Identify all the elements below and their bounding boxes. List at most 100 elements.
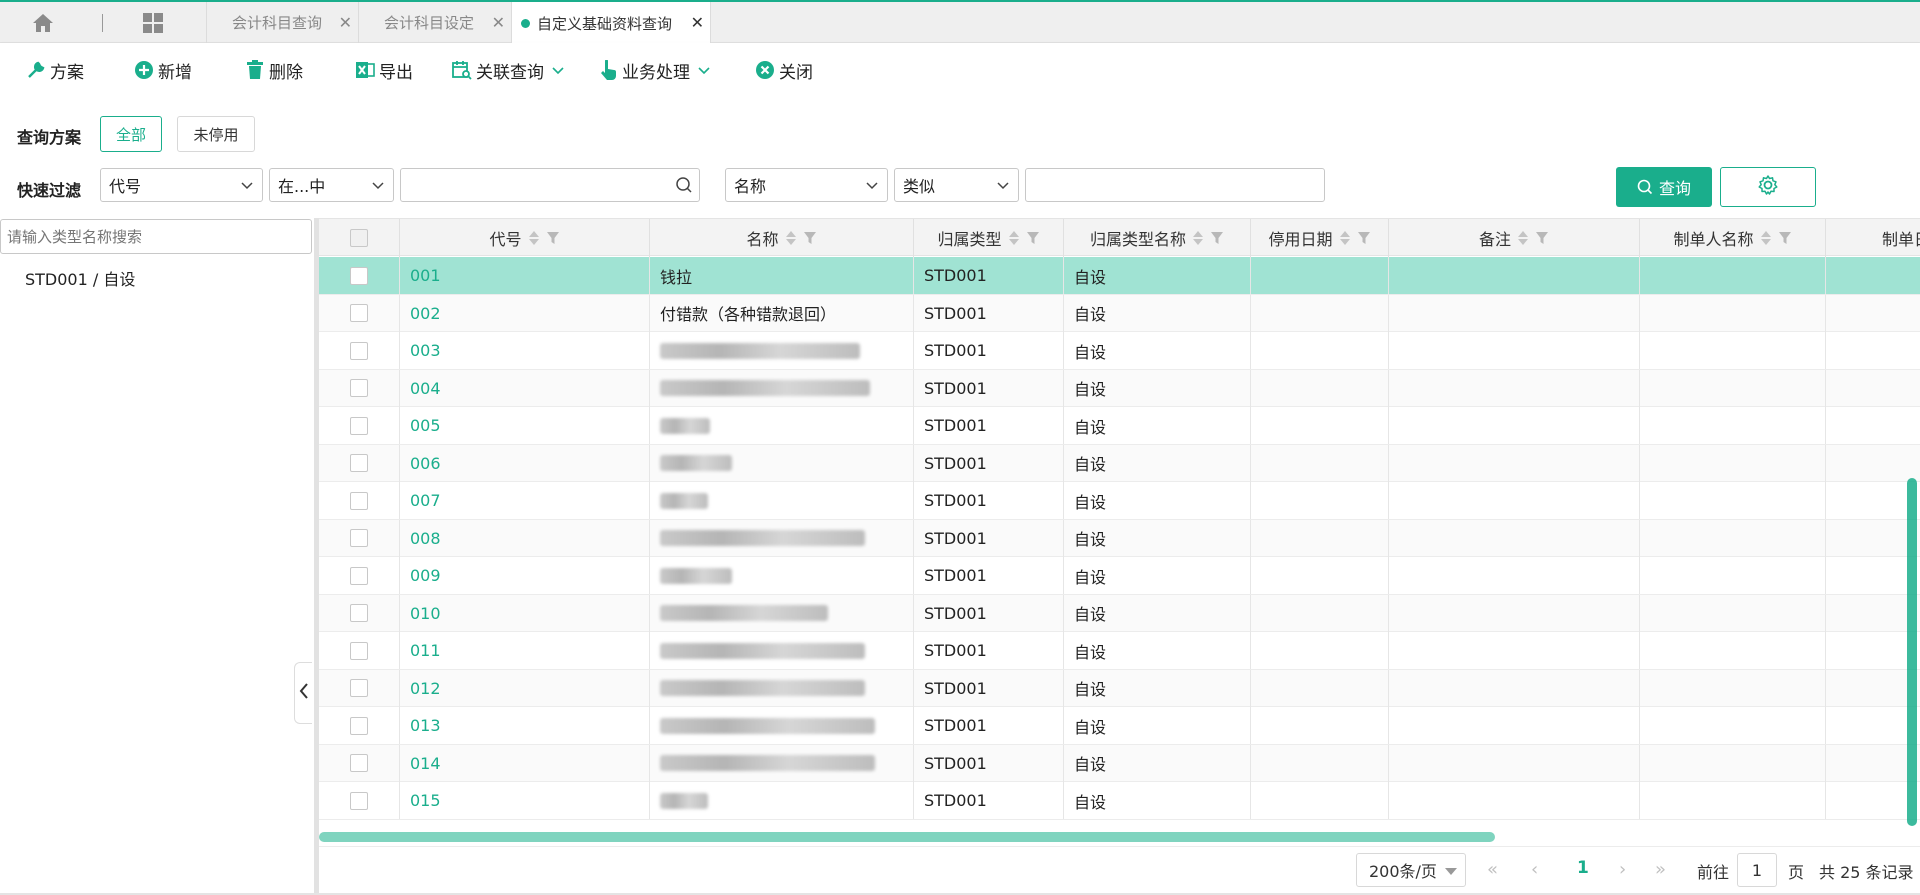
filter-operator-select-1[interactable]: 在...中 xyxy=(269,168,394,202)
horizontal-scrollbar[interactable] xyxy=(319,832,1495,842)
sort-icon[interactable] xyxy=(1339,229,1351,247)
header-creator-name[interactable]: 制单人名称 xyxy=(1640,219,1826,257)
table-row[interactable]: 010 STD001 自设 xyxy=(319,594,1920,632)
tab-account-query[interactable]: 会计科目查询 ✕ xyxy=(206,2,358,43)
table-row[interactable]: 003 STD001 自设 xyxy=(319,332,1920,370)
goto-page-input[interactable]: 1 xyxy=(1737,853,1777,887)
table-row[interactable]: 006 STD001 自设 xyxy=(319,444,1920,482)
table-row[interactable]: 013 STD001 自设 xyxy=(319,707,1920,745)
row-checkbox[interactable] xyxy=(350,566,368,585)
filter-funnel-icon[interactable] xyxy=(1210,231,1224,245)
tab-custom-basic-data-query[interactable]: 自定义基础资料查询 ✕ xyxy=(511,2,711,44)
tab-account-setting[interactable]: 会计科目设定 ✕ xyxy=(358,2,511,43)
next-page-icon[interactable]: › xyxy=(1619,859,1626,880)
sort-icon[interactable] xyxy=(1008,229,1020,247)
prev-page-icon[interactable]: ‹ xyxy=(1531,859,1538,880)
sort-icon[interactable] xyxy=(1192,229,1204,247)
row-checkbox[interactable] xyxy=(350,791,368,810)
cell-code[interactable]: 007 xyxy=(400,482,650,519)
table-row[interactable]: 005 STD001 自设 xyxy=(319,407,1920,445)
table-row[interactable]: 002 付错款（各种错款退回） STD001 自设 xyxy=(319,294,1920,332)
select-all-checkbox[interactable] xyxy=(350,229,368,247)
related-query-button[interactable]: 关联查询 xyxy=(452,57,564,83)
close-icon[interactable]: ✕ xyxy=(492,13,505,32)
cell-code[interactable]: 011 xyxy=(400,632,650,669)
add-button[interactable]: 新增 xyxy=(134,57,192,83)
row-checkbox[interactable] xyxy=(350,641,368,660)
cell-code[interactable]: 013 xyxy=(400,707,650,744)
header-type-name[interactable]: 归属类型名称 xyxy=(1064,219,1251,257)
apps-grid-icon[interactable] xyxy=(140,10,166,36)
vertical-scrollbar[interactable] xyxy=(1907,478,1917,826)
header-remark[interactable]: 备注 xyxy=(1389,219,1640,257)
filter-funnel-icon[interactable] xyxy=(1535,231,1549,245)
row-checkbox[interactable] xyxy=(350,679,368,697)
row-checkbox[interactable] xyxy=(350,454,368,472)
table-row[interactable]: 011 STD001 自设 xyxy=(319,632,1920,670)
last-page-icon[interactable]: » xyxy=(1655,859,1666,880)
table-row[interactable]: 009 STD001 自设 xyxy=(319,557,1920,595)
filter-funnel-icon[interactable] xyxy=(1357,231,1371,245)
close-icon[interactable]: ✕ xyxy=(339,13,352,32)
row-checkbox[interactable] xyxy=(350,716,368,735)
header-name[interactable]: 名称 xyxy=(650,219,914,257)
header-code[interactable]: 代号 xyxy=(400,219,650,257)
cell-code[interactable]: 008 xyxy=(400,519,650,557)
table-row[interactable]: 008 STD001 自设 xyxy=(319,519,1920,557)
cell-code[interactable]: 014 xyxy=(400,744,650,782)
cell-code[interactable]: 002 xyxy=(400,294,650,332)
header-disable-date[interactable]: 停用日期 xyxy=(1251,219,1389,257)
current-page[interactable]: 1 xyxy=(1577,858,1589,878)
filter-field-select-2[interactable]: 名称 xyxy=(725,168,888,202)
cell-code[interactable]: 004 xyxy=(400,369,650,407)
cell-code[interactable]: 010 xyxy=(400,594,650,632)
sort-icon[interactable] xyxy=(528,229,540,247)
plan-button[interactable]: 方案 xyxy=(26,57,84,83)
query-button[interactable]: 查询 xyxy=(1616,167,1712,207)
cell-code[interactable]: 006 xyxy=(400,444,650,482)
sort-icon[interactable] xyxy=(785,229,797,247)
search-icon[interactable] xyxy=(675,176,693,198)
row-checkbox[interactable] xyxy=(350,604,368,622)
cell-code[interactable]: 005 xyxy=(400,407,650,444)
row-checkbox[interactable] xyxy=(350,416,368,435)
scheme-enabled-button[interactable]: 未停用 xyxy=(177,116,255,152)
table-row[interactable]: 001 钱拉 STD001 自设 xyxy=(319,257,1920,295)
filter-funnel-icon[interactable] xyxy=(1778,231,1792,245)
cell-code[interactable]: 015 xyxy=(400,782,650,819)
row-checkbox[interactable] xyxy=(350,491,368,510)
table-row[interactable]: 012 STD001 自设 xyxy=(319,669,1920,707)
type-search-input[interactable] xyxy=(0,219,312,254)
filter-field-select-1[interactable]: 代号 xyxy=(100,168,263,202)
row-checkbox[interactable] xyxy=(350,529,368,547)
sort-icon[interactable] xyxy=(1760,229,1772,247)
settings-button[interactable] xyxy=(1720,167,1816,207)
filter-funnel-icon[interactable] xyxy=(546,231,560,245)
sort-icon[interactable] xyxy=(1517,229,1529,247)
header-type[interactable]: 归属类型 xyxy=(914,219,1064,257)
cell-code[interactable]: 009 xyxy=(400,557,650,594)
row-checkbox[interactable] xyxy=(350,341,368,360)
cell-code[interactable]: 003 xyxy=(400,332,650,369)
filter-funnel-icon[interactable] xyxy=(1026,231,1040,245)
scheme-all-button[interactable]: 全部 xyxy=(100,116,162,152)
table-row[interactable]: 007 STD001 自设 xyxy=(319,482,1920,520)
header-create-date[interactable]: 制单日 xyxy=(1826,219,1920,257)
table-row[interactable]: 004 STD001 自设 xyxy=(319,369,1920,407)
table-row[interactable]: 015 STD001 自设 xyxy=(319,782,1920,820)
page-size-select[interactable]: 200条/页 xyxy=(1356,853,1466,887)
cell-code[interactable]: 012 xyxy=(400,669,650,707)
business-button[interactable]: 业务处理 xyxy=(598,57,710,83)
close-icon[interactable]: ✕ xyxy=(691,13,704,32)
row-checkbox[interactable] xyxy=(350,266,368,285)
filter-value-input-1[interactable] xyxy=(400,168,700,202)
tree-item-std001[interactable]: STD001 / 自设 xyxy=(25,266,135,290)
home-icon[interactable] xyxy=(30,10,56,36)
row-checkbox[interactable] xyxy=(350,754,368,772)
table-row[interactable]: 014 STD001 自设 xyxy=(319,744,1920,782)
row-checkbox[interactable] xyxy=(350,379,368,397)
first-page-icon[interactable]: « xyxy=(1487,859,1498,880)
collapse-panel-button[interactable] xyxy=(294,662,312,724)
filter-operator-select-2[interactable]: 类似 xyxy=(894,168,1019,202)
delete-button[interactable]: 删除 xyxy=(245,57,303,83)
